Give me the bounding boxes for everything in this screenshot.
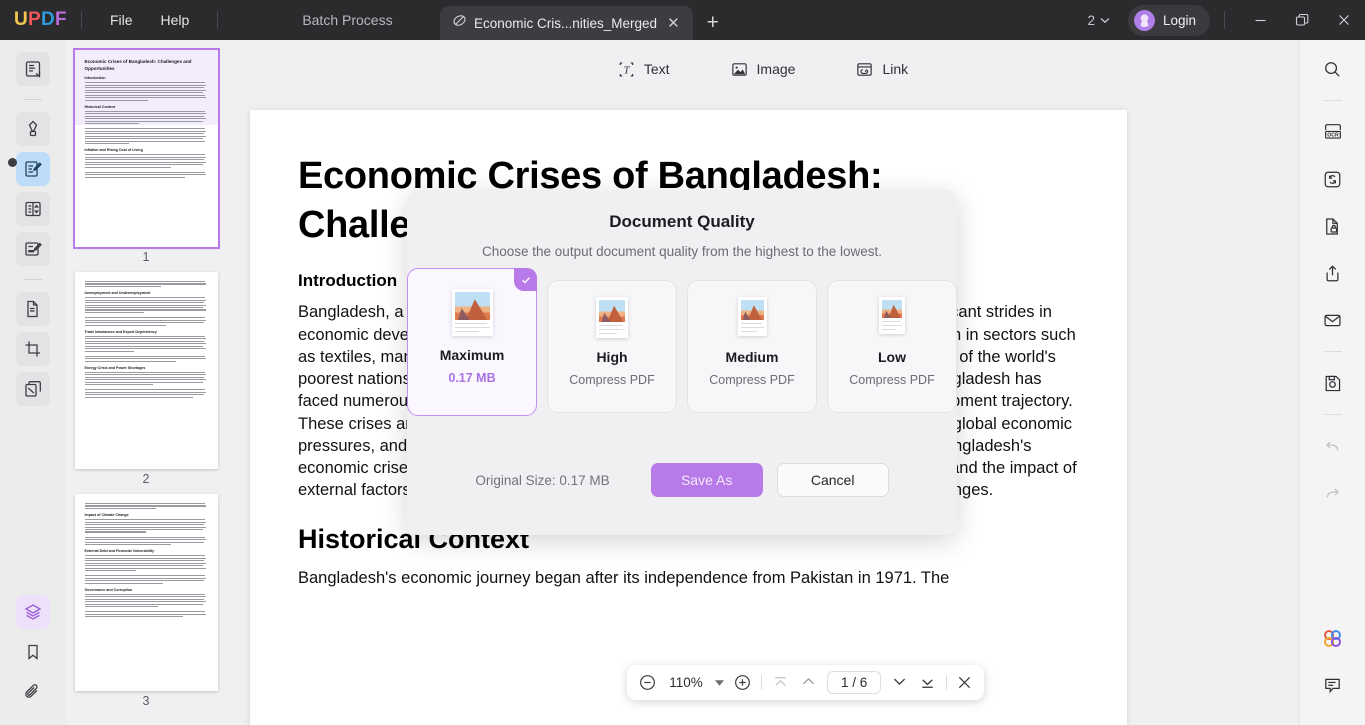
quality-option-maximum[interactable]: Maximum 0.17 MB <box>407 268 537 416</box>
quality-option-sub: Compress PDF <box>849 373 935 387</box>
quality-option-sub: Compress PDF <box>569 373 655 387</box>
quality-option-high[interactable]: High Compress PDF <box>547 280 677 413</box>
dialog-title: Document Quality <box>609 212 755 231</box>
quality-option-label: High <box>596 349 628 365</box>
save-as-button[interactable]: Save As <box>650 463 763 497</box>
modal-overlay: Document Quality Choose the output docum… <box>0 0 1365 725</box>
quality-option-size: 0.17 MB <box>448 371 496 385</box>
quality-option-sub: Compress PDF <box>709 373 795 387</box>
quality-option-label: Medium <box>725 349 779 365</box>
check-icon <box>514 268 537 291</box>
cancel-button[interactable]: Cancel <box>776 463 889 497</box>
quality-preview-thumbnail <box>737 297 767 336</box>
quality-option-label: Low <box>878 349 906 365</box>
dialog-footer: Original Size: 0.17 MB Save As Cancel <box>407 463 957 497</box>
document-quality-dialog: Document Quality Choose the output docum… <box>407 190 957 535</box>
dialog-subtitle: Choose the output document quality from … <box>482 244 882 259</box>
quality-option-medium[interactable]: Medium Compress PDF <box>687 280 817 413</box>
quality-preview-thumbnail <box>879 297 905 334</box>
quality-option-label: Maximum <box>439 347 505 363</box>
quality-option-low[interactable]: Low Compress PDF <box>827 280 957 413</box>
quality-options-list: Maximum 0.17 MB High Compress PDF Medium… <box>407 268 957 416</box>
quality-preview-thumbnail <box>596 297 628 338</box>
quality-preview-thumbnail <box>451 289 493 336</box>
original-size-label: Original Size: 0.17 MB <box>475 472 610 488</box>
